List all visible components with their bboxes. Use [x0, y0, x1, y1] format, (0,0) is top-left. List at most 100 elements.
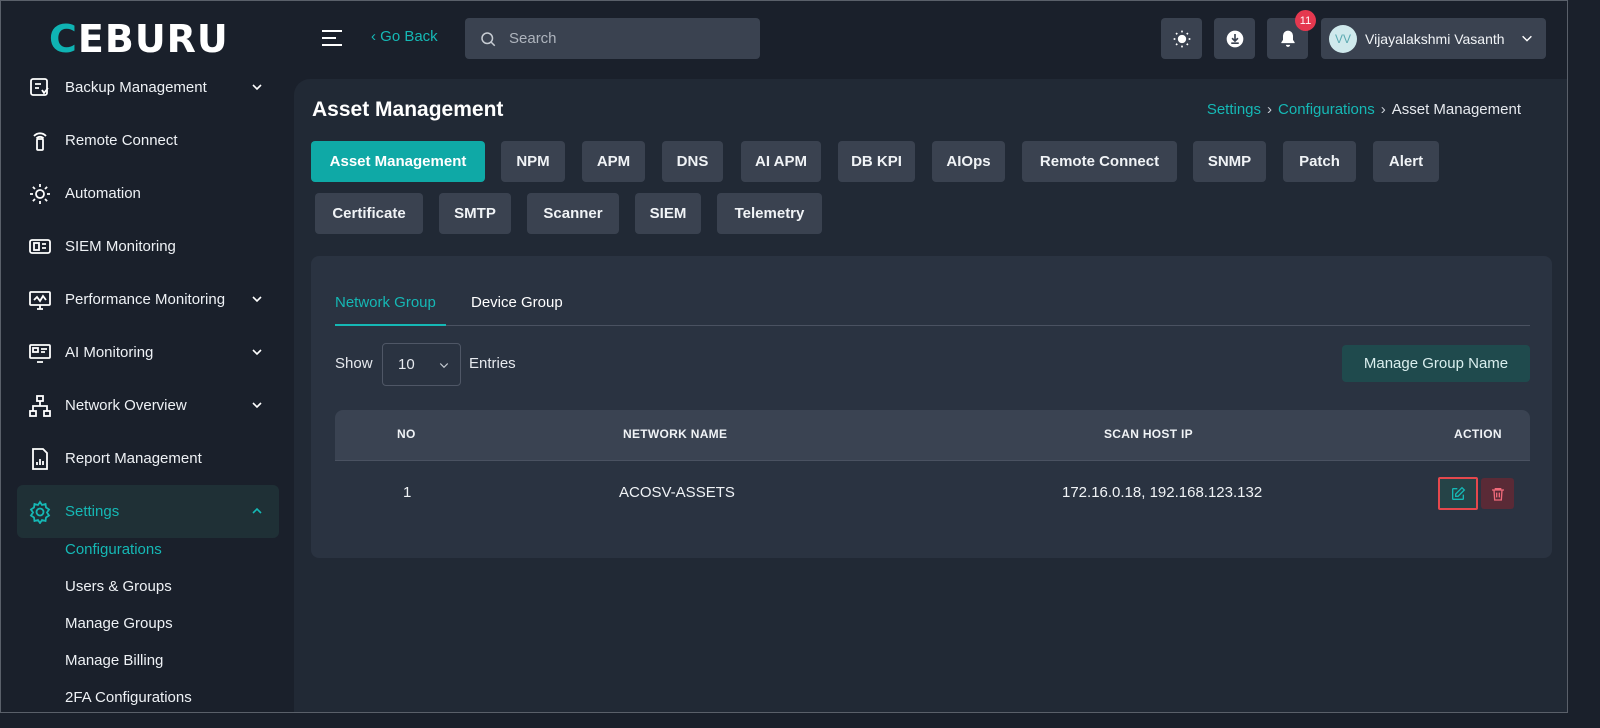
cell-no: 1 [403, 484, 412, 501]
page-title: Asset Management [312, 98, 504, 121]
chevron-down-icon [252, 296, 262, 303]
tab-npm[interactable]: NPM [501, 141, 565, 182]
search-box[interactable] [465, 18, 760, 59]
entries-label: Entries [469, 355, 516, 372]
breadcrumb-configurations[interactable]: Configurations [1278, 101, 1375, 118]
tab-aiops[interactable]: AIOps [932, 141, 1005, 182]
submenu-item-manage-billing[interactable]: Manage Billing [65, 642, 192, 679]
download-button[interactable] [1214, 18, 1255, 59]
tabs-divider [335, 325, 1530, 326]
chevron-down-icon [252, 402, 262, 409]
tab-ai-apm[interactable]: AI APM [741, 141, 821, 182]
breadcrumb-current: Asset Management [1391, 101, 1521, 118]
tab-dns[interactable]: DNS [662, 141, 723, 182]
bell-icon [1280, 30, 1295, 47]
entries-select[interactable]: 10 [382, 343, 461, 386]
breadcrumb: Settings › Configurations › Asset Management [1207, 101, 1521, 118]
entries-select-value: 10 [398, 356, 415, 373]
delete-button[interactable] [1481, 478, 1514, 509]
tab-siem[interactable]: SIEM [635, 193, 701, 234]
sidebar-item-report-management[interactable]: Report Management [17, 432, 279, 485]
column-header-network-name: NETWORK NAME [623, 427, 728, 441]
chevron-down-icon [439, 363, 449, 369]
go-back-link[interactable]: ‹ Go Back [371, 28, 438, 45]
ai-monitor-icon [27, 340, 53, 366]
report-icon [27, 446, 53, 472]
cell-scan-host-ip: 172.16.0.18, 192.168.123.132 [1062, 484, 1263, 501]
tab-smtp[interactable]: SMTP [439, 193, 511, 234]
tab-scanner[interactable]: Scanner [527, 193, 619, 234]
network-tree-icon [27, 393, 53, 419]
submenu-item-users-groups[interactable]: Users & Groups [65, 568, 192, 605]
settings-gear-icon [27, 499, 53, 525]
tab-telemetry[interactable]: Telemetry [717, 193, 822, 234]
submenu-item-manage-groups[interactable]: Manage Groups [65, 605, 192, 642]
chevron-down-icon [252, 84, 262, 91]
sidebar-item-label: Automation [65, 185, 141, 202]
sidebar: CEBURU Backup Management Remote Connect [1, 1, 294, 712]
manage-group-name-button[interactable]: Manage Group Name [1342, 345, 1530, 382]
ceburu-logo[interactable]: CEBURU [49, 19, 229, 59]
breadcrumb-settings[interactable]: Settings [1207, 101, 1261, 118]
table-divider [335, 460, 1530, 461]
edit-button[interactable] [1438, 477, 1478, 510]
tab-remote-connect[interactable]: Remote Connect [1022, 141, 1177, 182]
sidebar-item-network-overview[interactable]: Network Overview [17, 379, 279, 432]
sidebar-item-label: Backup Management [65, 79, 207, 96]
tab-asset-management[interactable]: Asset Management [311, 141, 485, 182]
tab-snmp[interactable]: SNMP [1193, 141, 1266, 182]
tab-alert[interactable]: Alert [1373, 141, 1439, 182]
sidebar-item-siem-monitoring[interactable]: SIEM Monitoring [17, 220, 279, 273]
active-tab-indicator [335, 324, 446, 326]
chevron-up-icon [252, 507, 262, 514]
sidebar-item-automation[interactable]: Automation [17, 167, 279, 220]
settings-submenu: Configurations Users & Groups Manage Gro… [65, 531, 192, 712]
user-menu[interactable]: VV Vijayalakshmi Vasanth [1321, 18, 1546, 59]
chevron-down-icon [1522, 35, 1532, 42]
avatar: VV [1329, 24, 1357, 53]
column-header-no: NO [397, 427, 416, 441]
download-icon [1226, 30, 1243, 47]
user-name: Vijayalakshmi Vasanth [1365, 30, 1505, 47]
show-label: Show [335, 355, 373, 372]
backup-icon [27, 75, 53, 101]
automation-gear-icon [27, 181, 53, 207]
column-header-action: ACTION [1454, 427, 1502, 441]
search-icon [481, 31, 496, 46]
sidebar-item-backup-management[interactable]: Backup Management [17, 61, 279, 114]
app-window: CEBURU Backup Management Remote Connect [0, 0, 1568, 713]
sidebar-item-label: Performance Monitoring [65, 291, 226, 308]
tab-apm[interactable]: APM [582, 141, 645, 182]
theme-toggle-button[interactable] [1161, 18, 1202, 59]
chevron-down-icon [252, 349, 262, 356]
submenu-item-configurations[interactable]: Configurations [65, 531, 192, 568]
tab-patch[interactable]: Patch [1283, 141, 1356, 182]
performance-monitor-icon [27, 287, 53, 313]
remote-connect-icon [27, 128, 53, 154]
edit-icon [1452, 486, 1466, 500]
sidebar-item-label: Network Overview [65, 397, 187, 414]
cell-network-name: ACOSV-ASSETS [619, 484, 735, 501]
sidebar-item-label: Remote Connect [65, 132, 178, 149]
table-header [335, 410, 1530, 460]
trash-icon [1491, 487, 1504, 501]
tab-device-group[interactable]: Device Group [471, 294, 563, 311]
sidebar-item-remote-connect[interactable]: Remote Connect [17, 114, 279, 167]
notification-count-badge: 11 [1295, 10, 1316, 31]
column-header-scan-host-ip: SCAN HOST IP [1104, 427, 1193, 441]
search-input[interactable] [509, 30, 739, 47]
tab-certificate[interactable]: Certificate [315, 193, 423, 234]
breadcrumb-separator: › [1380, 101, 1386, 118]
tab-db-kpi[interactable]: DB KPI [838, 141, 915, 182]
tab-network-group[interactable]: Network Group [335, 294, 436, 311]
sun-icon [1173, 30, 1190, 47]
sidebar-nav: Backup Management Remote Connect Automat… [17, 61, 279, 538]
sidebar-item-label: SIEM Monitoring [65, 238, 176, 255]
sidebar-item-ai-monitoring[interactable]: AI Monitoring [17, 326, 279, 379]
sidebar-item-label: Settings [65, 503, 120, 520]
submenu-item-2fa-configurations[interactable]: 2FA Configurations [65, 679, 192, 712]
menu-toggle-icon[interactable] [321, 29, 343, 47]
sidebar-item-performance-monitoring[interactable]: Performance Monitoring [17, 273, 279, 326]
siem-icon [27, 234, 53, 260]
sidebar-item-label: AI Monitoring [65, 344, 154, 361]
